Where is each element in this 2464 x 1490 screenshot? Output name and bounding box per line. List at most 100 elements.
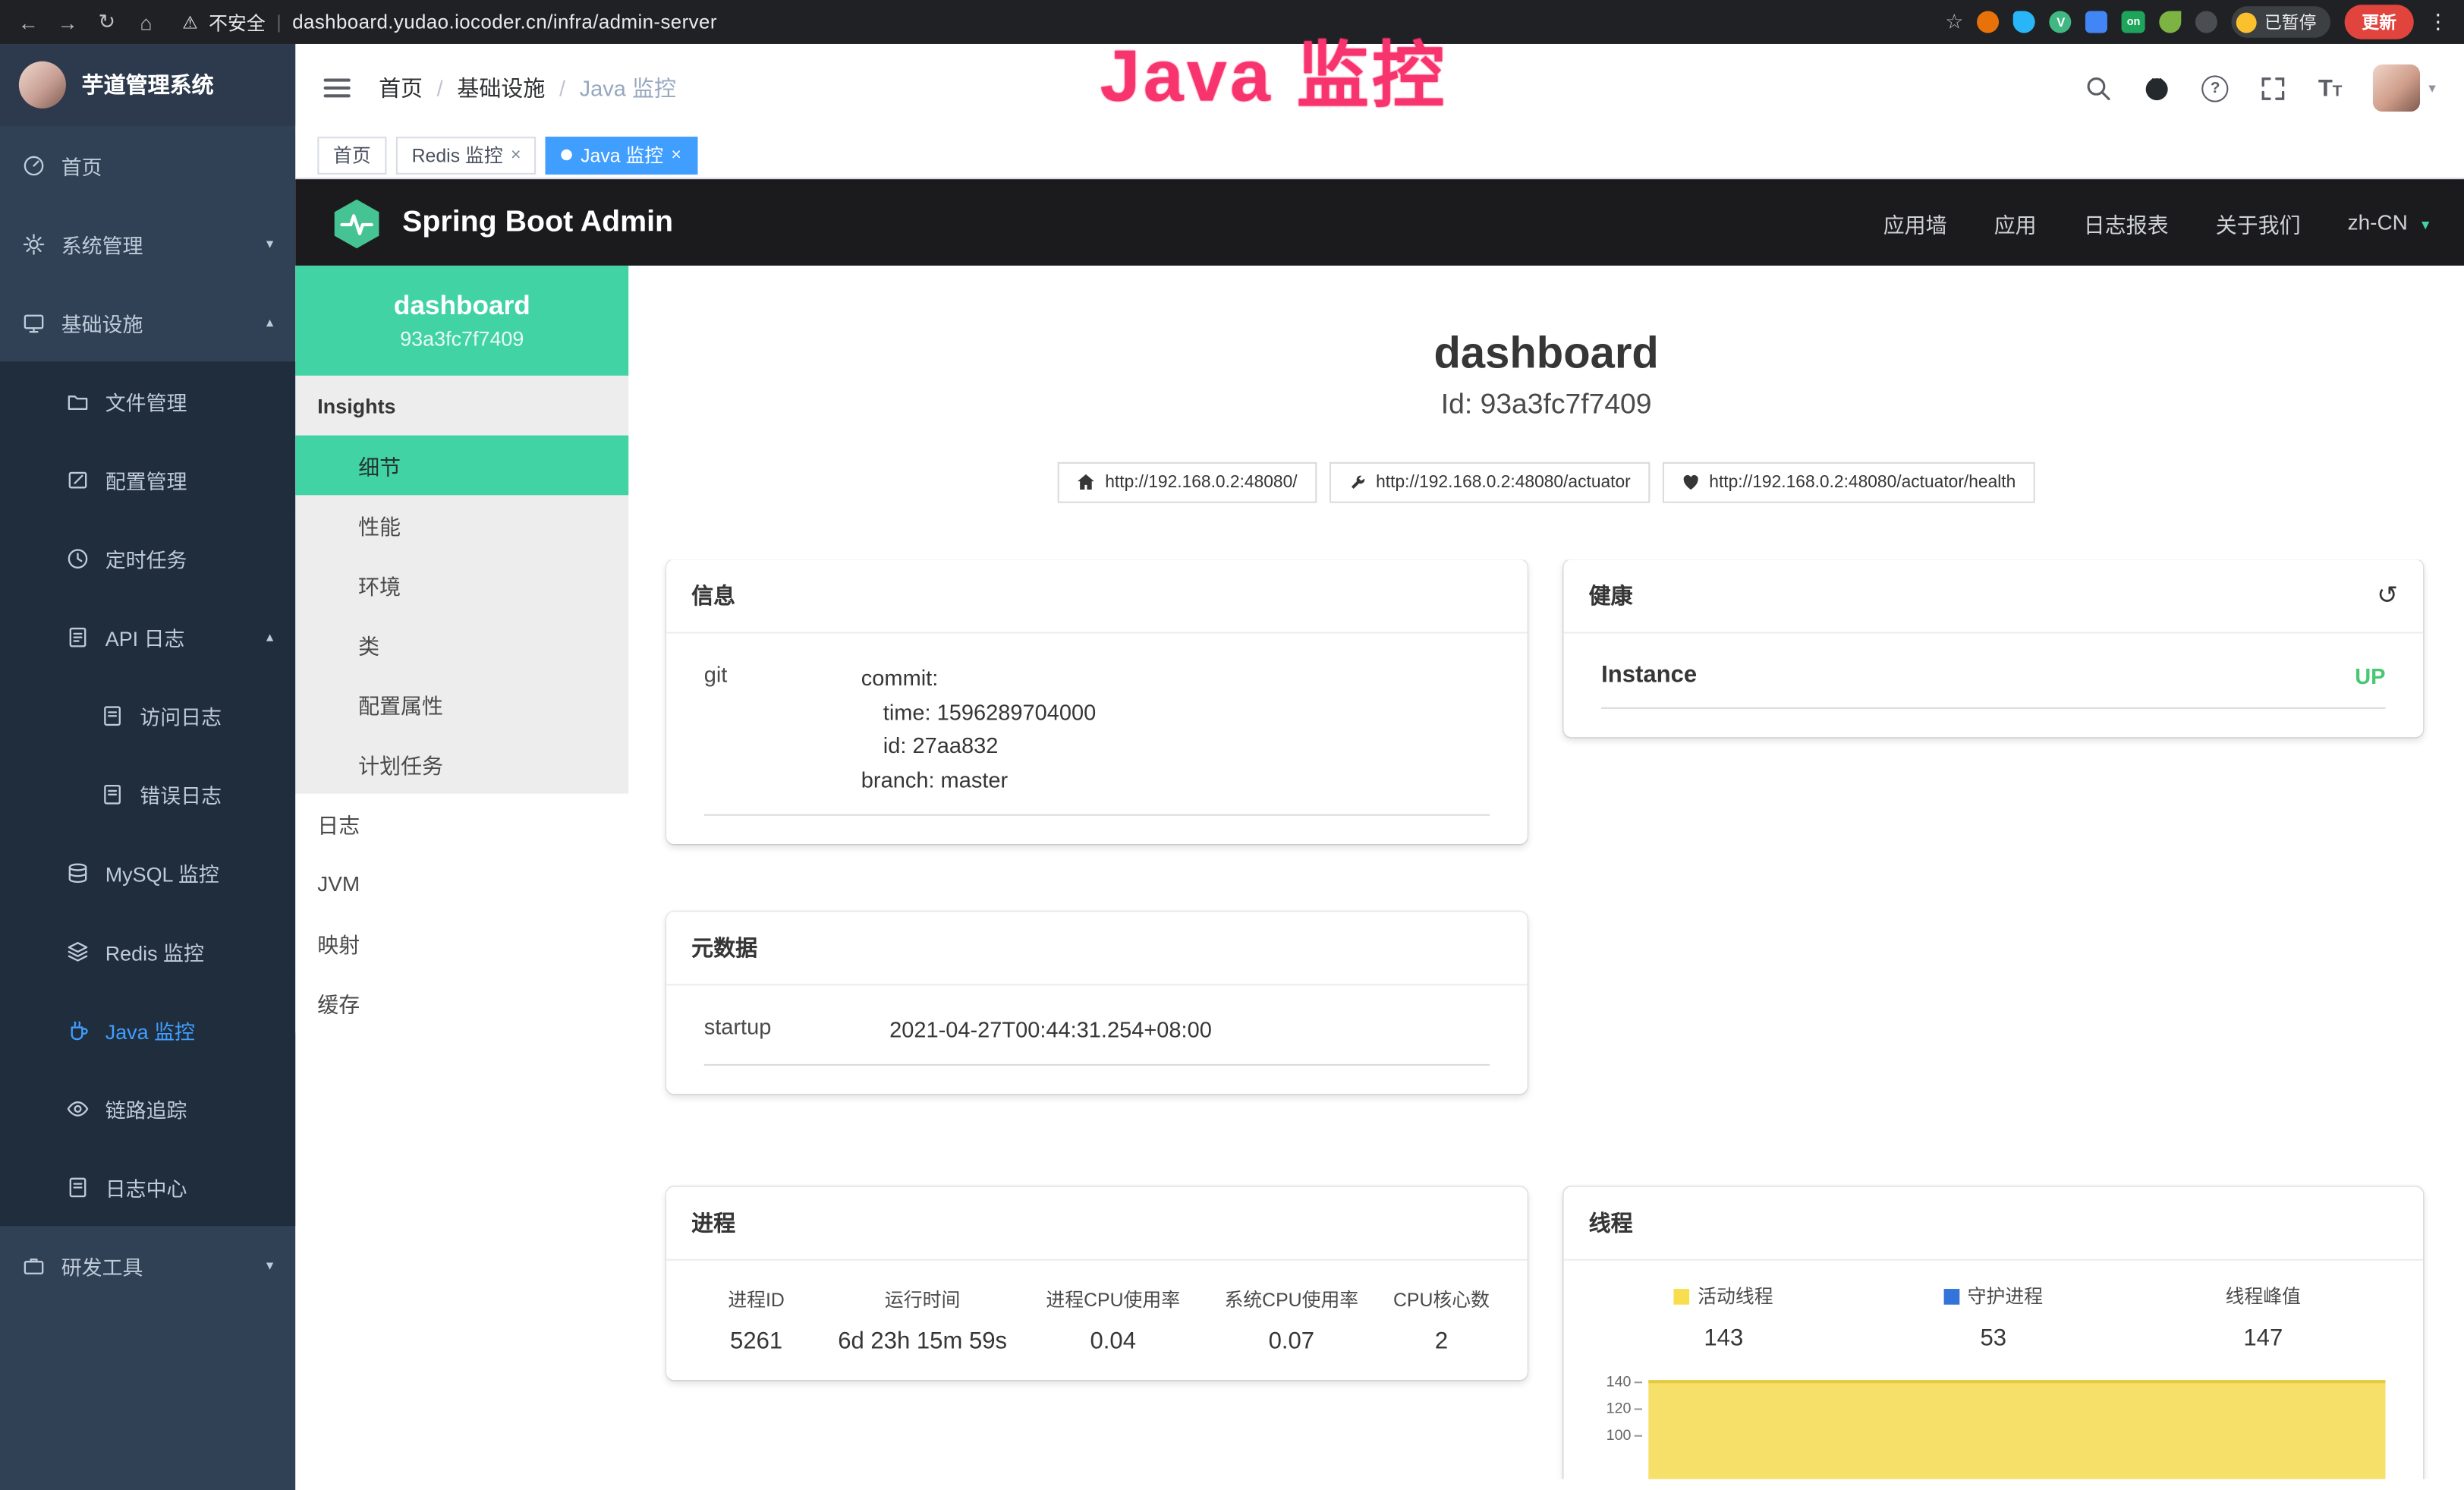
search-icon[interactable] [2085,74,2112,101]
insights-group: Insights 细节 性能 环境 类 配置属性 计划任务 [295,376,628,794]
sidebar-item-mysql[interactable]: MySQL 监控 [0,833,295,912]
breadcrumb-infra[interactable]: 基础设施 [457,72,545,103]
address-bar[interactable]: ⚠ 不安全 | dashboard.yudao.iocoder.cn/infra… [182,8,717,35]
health-row-instance: Instance UP [1601,662,2385,709]
actuator-url-link[interactable]: http://192.168.0.2:48080/actuator [1329,462,1650,503]
extension-leaf-icon[interactable] [2159,11,2181,33]
sba-menu-mappings[interactable]: 映射 [295,913,628,973]
extension-paw-icon[interactable] [2195,11,2217,33]
sba-menu-scheduled[interactable]: 计划任务 [295,734,628,794]
sidebar-item-trace[interactable]: 链路追踪 [0,1069,295,1148]
sba-menu-details[interactable]: 细节 [295,436,628,496]
extension-icon[interactable] [1978,11,2000,33]
extension-grid-icon[interactable] [2086,11,2108,33]
info-card: 信息 git commit: time: 1596289704000 id: 2… [666,559,1528,843]
refresh-icon[interactable]: ↻ [94,9,119,34]
close-icon[interactable]: × [511,146,521,165]
warning-icon: ⚠ [182,12,197,33]
threads-chart: 140 120 100 [1589,1374,2398,1479]
chevron-down-icon: ▾ [266,1257,273,1274]
forward-icon[interactable]: → [55,10,80,33]
bookmark-star-icon[interactable]: ☆ [1945,9,1963,34]
sba-nav-about[interactable]: 关于我们 [2216,206,2301,238]
status-badge: UP [2355,663,2385,688]
help-icon[interactable]: ? [2202,74,2229,101]
sba-menu-caches[interactable]: 缓存 [295,973,628,1033]
sidebar-item-redis[interactable]: Redis 监控 [0,912,295,991]
breadcrumb-home[interactable]: 首页 [379,72,423,103]
topbar-actions: ? TT ▾ [2085,65,2435,112]
app-title: 芋道管理系统 [82,69,214,100]
metadata-card: 元数据 startup 2021-04-27T00:44:31.254+08:0… [666,912,1528,1094]
sba-menu-metrics[interactable]: 性能 [295,495,628,555]
sba-menu-jvm[interactable]: JVM [295,853,628,913]
metadata-card-title: 元数据 [666,912,1528,985]
sba-brand[interactable]: Spring Boot Admin [402,205,673,240]
sidebar-item-access-log[interactable]: 访问日志 [0,676,295,754]
dashboard-icon [22,153,46,177]
back-icon[interactable]: ← [16,10,41,33]
sba-menu-logs[interactable]: 日志 [295,794,628,854]
sba-menu-classes[interactable]: 类 [295,615,628,675]
instance-links: http://192.168.0.2:48080/ http://192.168… [628,462,2464,503]
github-icon[interactable] [2144,74,2170,101]
sba-menu-environment[interactable]: 环境 [295,555,628,615]
menu-kebab-icon[interactable]: ⋮ [2428,9,2448,34]
history-icon[interactable]: ↺ [2377,580,2398,611]
sidebar-item-infra[interactable]: 基础设施 ▴ [0,283,295,362]
active-dot [562,150,572,160]
threads-card-title: 线程 [1563,1186,2423,1260]
sidebar-item-home[interactable]: 首页 [0,126,295,205]
switch-on-icon[interactable]: on [2122,11,2145,33]
monitor-icon [22,310,46,334]
health-url-link[interactable]: http://192.168.0.2:48080/actuator/health [1662,462,2034,503]
sidebar-item-file[interactable]: 文件管理 [0,361,295,440]
sba-nav-journal[interactable]: 日志报表 [2084,206,2169,238]
sidebar-item-java[interactable]: Java 监控 [0,991,295,1069]
close-icon[interactable]: × [672,146,681,165]
update-button[interactable]: 更新 [2345,5,2414,39]
main-column: 首页 / 基础设施 / Java 监控 ? TT ▾ [295,44,2464,1490]
sba-nav-applications[interactable]: 应用 [1994,206,2037,238]
heart-icon [1681,473,1700,492]
process-card-title: 进程 [666,1186,1528,1260]
wrench-icon [1348,473,1367,492]
sidebar-item-system[interactable]: 系统管理 ▾ [0,204,295,283]
edit-icon [66,468,90,491]
chevron-down-icon: ▾ [2422,217,2429,235]
tab-redis[interactable]: Redis 监控 × [396,136,537,174]
paused-badge[interactable]: 已暂停 [2232,6,2330,37]
sidebar-item-error-log[interactable]: 错误日志 [0,754,295,833]
user-avatar[interactable]: ▾ [2374,65,2436,112]
instance-header[interactable]: dashboard 93a3fc7f7409 [295,266,628,376]
sba-menu-configprops[interactable]: 配置属性 [295,674,628,734]
browser-chrome: ← → ↻ ⌂ ⚠ 不安全 | dashboard.yudao.iocoder.… [0,0,2464,44]
sba-logo-icon[interactable] [330,196,383,249]
chart-plot-area [1645,1374,2398,1479]
sba-body: dashboard 93a3fc7f7409 Insights 细节 性能 环境… [295,266,2464,1490]
chevron-up-icon: ▴ [266,628,273,645]
chart-y-axis: 140 120 100 [1589,1374,1646,1479]
chevron-up-icon: ▴ [266,313,273,331]
logo[interactable]: 芋道管理系统 [0,44,295,126]
insights-label: Insights [295,376,628,436]
tab-java[interactable]: Java 监控 × [546,136,697,174]
font-size-icon[interactable]: TT [2318,74,2343,101]
sba-content: dashboard Id: 93a3fc7f7409 http://192.16… [628,266,2464,1490]
sba-nav-wallboard[interactable]: 应用墙 [1883,206,1947,238]
home-icon[interactable]: ⌂ [134,10,159,33]
health-card-title: 健康 [1589,580,1633,611]
sidebar-menu: 首页 系统管理 ▾ 基础设施 ▴ 文件管理 配置 [0,126,295,1490]
sba-locale-select[interactable]: zh-CN ▾ [2348,210,2430,234]
vue-devtools-icon[interactable]: V [2050,11,2072,33]
hamburger-icon[interactable] [324,79,351,98]
sidebar-item-log-center[interactable]: 日志中心 [0,1148,295,1227]
sidebar-item-devtools[interactable]: 研发工具 ▾ [0,1226,295,1305]
fullscreen-icon[interactable] [2260,74,2286,101]
service-url-link[interactable]: http://192.168.0.2:48080/ [1058,462,1316,503]
sidebar-item-config[interactable]: 配置管理 [0,440,295,519]
sidebar-item-api-log[interactable]: API 日志 ▴ [0,597,295,676]
extension-icon[interactable] [2014,11,2036,33]
tab-home[interactable]: 首页 [317,136,386,174]
sidebar-item-job[interactable]: 定时任务 [0,518,295,597]
